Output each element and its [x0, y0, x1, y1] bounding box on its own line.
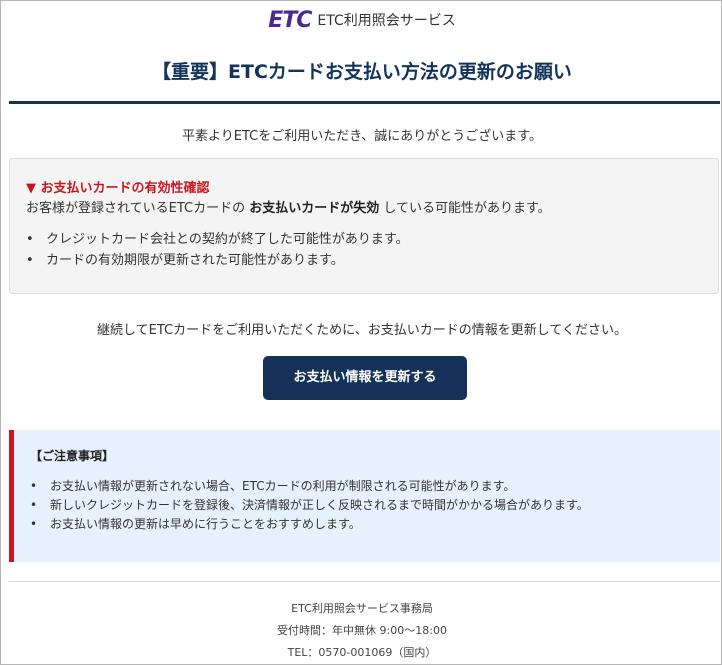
footer-tel: TEL：0570-001069（国内）: [287, 646, 437, 659]
footer-hours: 受付時間：年中無休 9:00〜18:00: [277, 624, 447, 637]
continue-text: 継続してETCカードをご利用いただくために、お支払いカードの情報を更新してくださ…: [97, 323, 627, 338]
list-item: • クレジットカード会社との契約が終了した可能性があります。: [26, 229, 409, 250]
list-item: • カードの有効期限が更新された可能性があります。: [26, 250, 409, 271]
notice-body-before: お客様が登録されているETCカードの: [26, 201, 250, 216]
greeting-text: 平素よりETCをご利用いただき、誠にありがとうございます。: [181, 129, 542, 144]
footer-divider: [9, 581, 720, 582]
notice-body-after: している可能性があります。: [379, 201, 551, 216]
bullet-icon: •: [30, 479, 38, 493]
bullet-icon: •: [30, 498, 38, 512]
caution-item-text: 新しいクレジットカードを登録後、決済情報が正しく反映されるまで時間がかかる場合が…: [50, 498, 589, 512]
caution-list: • お支払い情報が更新されない場合、ETCカードの利用が制限される可能性があります…: [30, 477, 589, 534]
service-name: ETC利用照会サービス: [317, 13, 456, 29]
caution-item-text: お支払い情報の更新は早めに行うことをおすすめします。: [50, 517, 361, 531]
footer-office: ETC利用照会サービス事務局: [291, 602, 433, 615]
notice-item-text: カードの有効期限が更新された可能性があります。: [46, 253, 344, 268]
notice-box: ▼ お支払いカードの有効性確認 お客様が登録されているETCカードの お支払いカ…: [9, 158, 719, 294]
notice-body: お客様が登録されているETCカードの お支払いカードが失効 している可能性があり…: [26, 197, 551, 216]
bullet-icon: •: [26, 253, 34, 268]
email-frame: ETC ETC利用照会サービス 【重要】ETCカードお支払い方法の更新のお願い …: [0, 0, 722, 665]
notice-list: • クレジットカード会社との契約が終了した可能性があります。 • カードの有効期限が…: [26, 229, 409, 271]
bullet-icon: •: [26, 232, 34, 247]
caution-item-text: お支払い情報が更新されない場合、ETCカードの利用が制限される可能性があります。: [50, 479, 516, 493]
title-divider: [9, 101, 720, 104]
notice-item-text: クレジットカード会社との契約が終了した可能性があります。: [46, 232, 409, 247]
etc-logo: ETC: [268, 7, 312, 33]
list-item: • 新しいクレジットカードを登録後、決済情報が正しく反映されるまで時間がかかる場合…: [30, 496, 589, 515]
list-item: • お支払い情報の更新は早めに行うことをおすすめします。: [30, 515, 589, 534]
caution-box: 【ご注意事項】 • お支払い情報が更新されない場合、ETCカードの利用が制限される…: [9, 430, 720, 562]
list-item: • お支払い情報が更新されない場合、ETCカードの利用が制限される可能性があります…: [30, 477, 589, 496]
page-title: 【重要】ETCカードお支払い方法の更新のお願い: [152, 61, 572, 83]
notice-body-bold: お支払いカードが失効: [249, 201, 380, 216]
caution-heading: 【ご注意事項】: [30, 449, 115, 463]
update-payment-button[interactable]: お支払い情報を更新する: [263, 356, 467, 400]
notice-heading: ▼ お支払いカードの有効性確認: [26, 181, 210, 196]
bullet-icon: •: [30, 517, 38, 531]
header: ETC ETC利用照会サービス: [1, 7, 722, 33]
